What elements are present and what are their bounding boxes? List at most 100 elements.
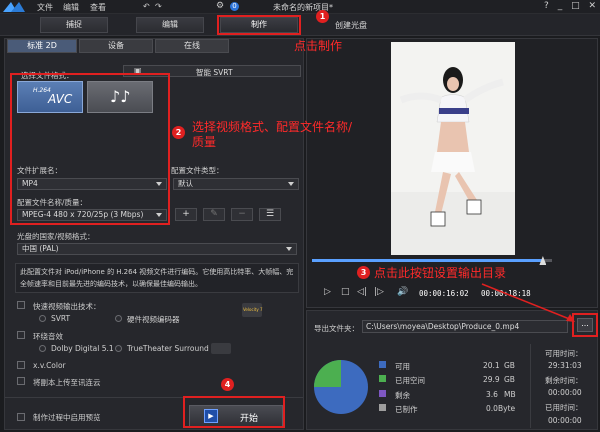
current-time: 00:00:16:02: [419, 289, 469, 298]
upload-checkbox[interactable]: [17, 377, 25, 385]
profile-type-label: 配置文件类型：: [171, 166, 224, 175]
edit-profile-button[interactable]: ✎: [203, 208, 225, 221]
title-bar: 文件 编辑 查看 ↶ ↷ ⚙ 0 未命名的新项目* ? _ □ ✕: [0, 0, 600, 14]
truetheater-settings-button[interactable]: [211, 343, 231, 354]
legend-produced-unit: Byte: [498, 404, 516, 413]
annotation-box-produce: [217, 15, 301, 35]
annotation-number-2: 2: [172, 126, 185, 139]
disk-usage-pie: [314, 360, 368, 414]
play-icon[interactable]: ▷: [324, 287, 331, 297]
svrt-radio-label: SVRT: [51, 314, 71, 323]
timeline-slider[interactable]: [312, 259, 552, 262]
tab-capture[interactable]: 捕捉: [40, 17, 108, 33]
xvcolor-label: x.v.Color: [33, 361, 66, 370]
annotation-text-3: 点击此按钮设置输出目录: [374, 266, 507, 280]
output-folder-label: 导出文件夹：: [314, 324, 359, 333]
dolby-label: Dolby Digital 5.1: [51, 344, 114, 353]
help-button[interactable]: ?: [544, 1, 549, 11]
available-time-label: 可用时间：: [545, 349, 583, 358]
annotation-number-1: 1: [316, 10, 329, 23]
annotation-text-2: 选择视频格式、配置文件名称/质量: [192, 120, 353, 149]
annotation-text-1: 点击制作: [294, 39, 343, 53]
tab-create-disc[interactable]: 创建光盘: [335, 20, 367, 31]
profile-description: 此配置文件对 iPod/iPhone 的 H.264 视频文件进行编码。它使用高…: [15, 263, 299, 293]
prev-frame-icon[interactable]: ◁|: [357, 287, 367, 297]
legend-available-label: 可用: [395, 362, 410, 371]
region-select[interactable]: 中国 (PAL): [17, 243, 297, 255]
xvcolor-checkbox[interactable]: [17, 361, 25, 369]
region-value: 中国 (PAL): [22, 244, 59, 253]
timeline-progress: [312, 259, 543, 262]
volume-icon[interactable]: 🔊: [397, 287, 408, 297]
velocity-label: Velocity 7: [243, 307, 263, 312]
remove-profile-button[interactable]: −: [231, 208, 253, 221]
annotation-number-3: 3: [357, 266, 370, 279]
menu-view[interactable]: 查看: [90, 2, 106, 13]
remaining-time-label: 剩余时间：: [545, 376, 583, 385]
annotation-number-4: 4: [221, 378, 234, 391]
dancer-figure: [391, 42, 515, 255]
annotation-box-start: [183, 396, 285, 428]
truetheater-radio[interactable]: [115, 345, 122, 352]
hw-encoder-label: 硬件视频编码器: [127, 315, 180, 324]
maximize-button[interactable]: □: [571, 1, 580, 11]
svrt-radio[interactable]: [39, 315, 46, 322]
legend-used-unit: GB: [504, 375, 515, 384]
legend-remaining-value: 3.6: [486, 390, 498, 399]
profile-type-select[interactable]: 默认: [173, 178, 299, 190]
legend-available-value: 20.1: [483, 361, 500, 370]
app-logo-icon: [3, 2, 25, 12]
add-profile-button[interactable]: +: [175, 208, 197, 221]
annotation-arrow: [481, 283, 575, 322]
velocity-logo: Velocity 7: [242, 303, 263, 317]
legend-produced-swatch: [379, 404, 386, 411]
menu-file[interactable]: 文件: [37, 2, 53, 13]
fast-render-label: 快速视频输出技术：: [33, 302, 101, 311]
legend-used-swatch: [379, 375, 386, 382]
gear-icon[interactable]: ⚙: [216, 1, 224, 11]
fast-render-checkbox[interactable]: [17, 301, 25, 309]
elapsed-time-label: 已用时间：: [545, 403, 583, 412]
divider: [530, 344, 531, 428]
subtab-device[interactable]: 设备: [79, 39, 153, 53]
legend-used-label: 已用空间: [395, 376, 425, 385]
annotation-box-browse: [572, 313, 598, 337]
legend-available-swatch: [379, 361, 386, 368]
menu-edit[interactable]: 编辑: [63, 2, 79, 13]
tab-edit[interactable]: 编辑: [136, 17, 204, 33]
upload-label: 将副本上传至讯连云: [33, 378, 101, 387]
close-button[interactable]: ✕: [588, 1, 596, 11]
forward-icon[interactable]: ↷: [155, 2, 162, 11]
stop-icon[interactable]: □: [341, 287, 350, 297]
window-controls: ? _ □ ✕: [544, 1, 596, 11]
legend-available-unit: GB: [504, 361, 515, 370]
surround-checkbox[interactable]: [17, 331, 25, 339]
legend-remaining-swatch: [379, 390, 386, 397]
video-preview: [391, 42, 515, 255]
subtab-standard-2d[interactable]: 标准 2D: [7, 39, 77, 53]
profile-list-button[interactable]: ☰: [259, 208, 281, 221]
available-time-value: 29:31:03: [548, 361, 582, 370]
next-frame-icon[interactable]: |▷: [374, 287, 384, 297]
preview-label: 制作过程中启用预览: [33, 413, 101, 422]
legend-produced-value: 0.0: [486, 404, 498, 413]
dolby-radio[interactable]: [39, 345, 46, 352]
surround-label: 环绕音效: [33, 332, 63, 341]
elapsed-time-value: 00:00:00: [548, 416, 582, 425]
back-icon[interactable]: ↶: [143, 2, 150, 11]
legend-remaining-label: 剩余: [395, 391, 410, 400]
notification-badge[interactable]: 0: [230, 2, 239, 11]
annotation-box-format: [10, 73, 170, 225]
preview-checkbox[interactable]: [17, 413, 25, 421]
truetheater-label: TrueTheater Surround: [127, 344, 209, 353]
profile-type-value: 默认: [178, 179, 193, 188]
remaining-time-value: 00:00:00: [548, 388, 582, 397]
smart-svrt-label: 智能 SVRT: [196, 68, 233, 77]
legend-produced-label: 已制作: [395, 405, 418, 414]
subtab-online[interactable]: 在线: [155, 39, 229, 53]
legend-used-value: 29.9: [483, 375, 500, 384]
region-label: 光盘的国家/视频格式：: [17, 232, 95, 241]
legend-remaining-unit: MB: [504, 390, 516, 399]
minimize-button[interactable]: _: [558, 1, 563, 11]
hw-encoder-radio[interactable]: [115, 315, 122, 322]
